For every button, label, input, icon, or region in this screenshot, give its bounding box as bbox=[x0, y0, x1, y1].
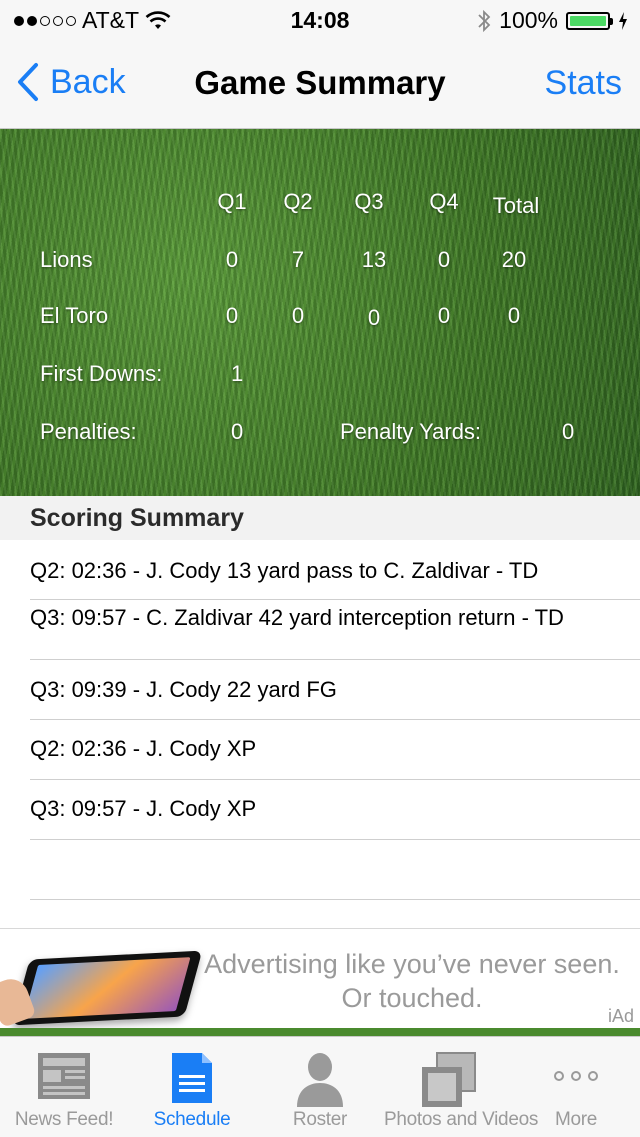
team-score-cell: 0 bbox=[437, 303, 451, 328]
ad-subline: Or touched. bbox=[341, 983, 483, 1013]
tab-bar: News Feed! Schedule Roster Photos and Vi… bbox=[0, 1036, 640, 1137]
section-title: Scoring Summary bbox=[30, 504, 244, 532]
list-item[interactable]: Q2: 02:36 - J. Cody 13 yard pass to C. Z… bbox=[30, 540, 640, 600]
iad-badge: iAd bbox=[607, 1006, 634, 1026]
stats-button[interactable]: Stats bbox=[545, 64, 622, 103]
navigation-bar: Back Game Summary Stats bbox=[0, 40, 640, 129]
tab-label: News Feed! bbox=[14, 1109, 114, 1130]
first-downs-label: First Downs: bbox=[40, 361, 163, 386]
play-text: Q3: 09:39 - J. Cody 22 yard FG bbox=[30, 677, 337, 702]
status-right: 100% bbox=[477, 7, 628, 34]
header-total: Total bbox=[492, 193, 540, 218]
person-icon bbox=[297, 1053, 343, 1107]
ad-headline: Advertising like you’ve never seen. bbox=[204, 949, 620, 979]
play-text: Q2: 02:36 - J. Cody XP bbox=[30, 736, 257, 761]
status-bar: AT&T 14:08 100% bbox=[0, 0, 640, 40]
grass-strip bbox=[0, 1028, 640, 1036]
header-q1: Q1 bbox=[217, 189, 247, 214]
battery-icon bbox=[566, 11, 613, 30]
team-score-cell: 0 bbox=[367, 305, 381, 330]
play-text: Q3: 09:57 - J. Cody XP bbox=[30, 796, 257, 821]
list-item[interactable] bbox=[30, 840, 640, 900]
list-item[interactable]: Q3: 09:57 - C. Zaldivar 42 yard intercep… bbox=[30, 600, 640, 660]
tab-schedule[interactable]: Schedule bbox=[128, 1037, 256, 1137]
tab-photos-videos[interactable]: Photos and Videos bbox=[384, 1037, 539, 1137]
first-downs-value: 1 bbox=[231, 361, 244, 386]
back-button[interactable]: Back bbox=[16, 62, 126, 102]
bluetooth-icon bbox=[478, 9, 491, 32]
tab-label: More bbox=[554, 1109, 598, 1130]
list-item[interactable]: Q2: 02:36 - J. Cody XP bbox=[30, 720, 640, 780]
scoring-summary-header: Scoring Summary bbox=[0, 496, 640, 540]
tab-roster[interactable]: Roster bbox=[256, 1037, 384, 1137]
document-icon bbox=[172, 1053, 212, 1103]
tab-news-feed[interactable]: News Feed! bbox=[0, 1037, 128, 1137]
tablet-image bbox=[11, 950, 203, 1026]
header-q3: Q3 bbox=[354, 189, 384, 214]
team-score-cell: 13 bbox=[361, 247, 387, 272]
team-score-cell: 0 bbox=[291, 303, 305, 328]
header-q2: Q2 bbox=[283, 189, 313, 214]
play-text: Q3: 09:57 - C. Zaldivar 42 yard intercep… bbox=[30, 605, 564, 630]
team-score-total: 20 bbox=[501, 247, 527, 272]
tab-label: Roster bbox=[292, 1109, 348, 1130]
newspaper-icon bbox=[38, 1053, 90, 1099]
more-icon bbox=[554, 1071, 598, 1081]
penalties-label: Penalties: bbox=[40, 419, 137, 444]
scoreboard: Q1 Q2 Q3 Q4 Total Lions 0 7 13 0 20 El T… bbox=[0, 129, 640, 496]
team-score-cell: 7 bbox=[291, 247, 305, 272]
penalty-yards-value: 0 bbox=[562, 419, 575, 444]
team-score-cell: 0 bbox=[225, 303, 239, 328]
team-score-cell: 0 bbox=[225, 247, 239, 272]
team-name: El Toro bbox=[40, 303, 109, 328]
tab-label: Photos and Videos bbox=[384, 1109, 539, 1130]
header-q4: Q4 bbox=[429, 189, 459, 214]
list-item[interactable]: Q3: 09:39 - J. Cody 22 yard FG bbox=[30, 660, 640, 720]
battery-fill bbox=[570, 15, 606, 26]
charging-icon bbox=[619, 11, 627, 30]
list-item[interactable]: Q3: 09:57 - J. Cody XP bbox=[30, 780, 640, 840]
play-text: Q2: 02:36 - J. Cody 13 yard pass to C. Z… bbox=[30, 558, 539, 583]
back-label: Back bbox=[50, 62, 126, 101]
team-name: Lions bbox=[40, 247, 93, 272]
ad-banner[interactable]: Advertising like you’ve never seen. Or t… bbox=[0, 928, 640, 1030]
team-score-cell: 0 bbox=[437, 247, 451, 272]
chevron-left-icon bbox=[18, 63, 38, 101]
penalties-value: 0 bbox=[231, 419, 244, 444]
battery-percent: 100% bbox=[499, 7, 558, 33]
tab-label: Schedule bbox=[153, 1109, 231, 1130]
team-score-total: 0 bbox=[507, 303, 521, 328]
penalty-yards-label: Penalty Yards: bbox=[340, 419, 482, 444]
play-text bbox=[30, 840, 640, 856]
photos-icon bbox=[422, 1052, 476, 1107]
tab-more[interactable]: More bbox=[512, 1037, 640, 1137]
